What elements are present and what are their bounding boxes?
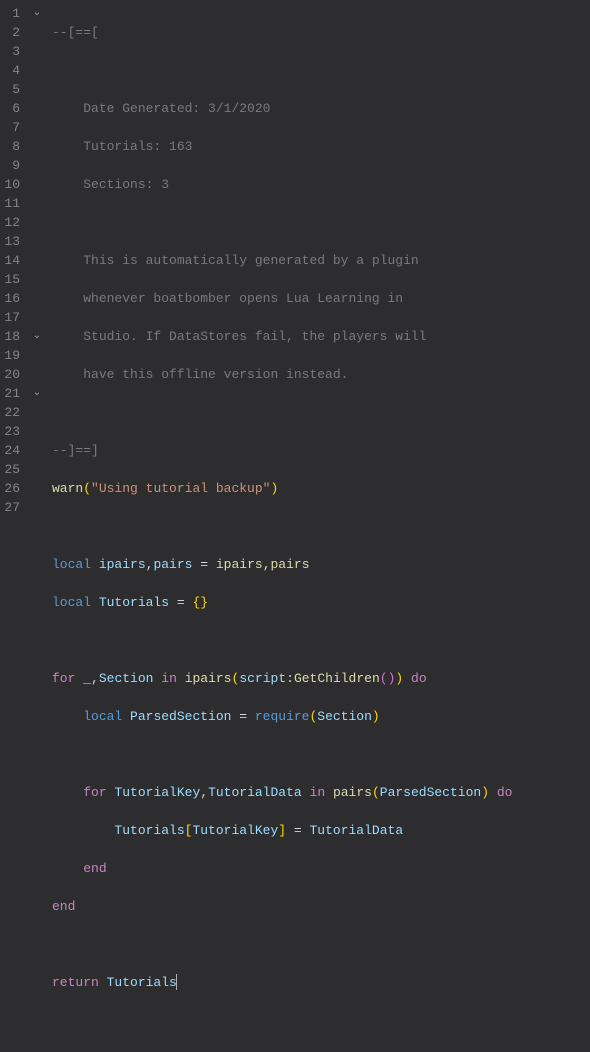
- line-number: 6: [4, 99, 20, 118]
- line-number: 2: [4, 23, 20, 42]
- line-number: 15: [4, 270, 20, 289]
- line-number: 10: [4, 175, 20, 194]
- line-number: 19: [4, 346, 20, 365]
- code-line[interactable]: for _,Section in ipairs(script:GetChildr…: [52, 669, 590, 688]
- code-area[interactable]: --[==[ Date Generated: 3/1/2020 Tutorial…: [46, 0, 590, 526]
- code-line[interactable]: return Tutorials: [52, 973, 590, 992]
- code-line[interactable]: This is automatically generated by a plu…: [52, 251, 590, 270]
- code-line[interactable]: Tutorials[TutorialKey] = TutorialData: [52, 821, 590, 840]
- code-line[interactable]: [52, 1011, 590, 1030]
- code-line[interactable]: --[==[: [52, 23, 590, 42]
- code-line[interactable]: for TutorialKey,TutorialData in pairs(Pa…: [52, 783, 590, 802]
- line-number: 20: [4, 365, 20, 384]
- text-cursor: [176, 974, 177, 990]
- code-line[interactable]: --]==]: [52, 441, 590, 460]
- code-line[interactable]: [52, 631, 590, 650]
- code-line[interactable]: [52, 745, 590, 764]
- code-line[interactable]: [52, 213, 590, 232]
- code-line[interactable]: [52, 935, 590, 954]
- line-number: 24: [4, 441, 20, 460]
- code-line[interactable]: local ParsedSection = require(Section): [52, 707, 590, 726]
- code-line[interactable]: [52, 517, 590, 536]
- line-number: 5: [4, 80, 20, 99]
- code-line[interactable]: local Tutorials = {}: [52, 593, 590, 612]
- line-number: 3: [4, 42, 20, 61]
- line-number: 1: [4, 4, 20, 23]
- fold-gutter: ⌄ ⌄ ⌄: [28, 0, 46, 526]
- code-line[interactable]: Studio. If DataStores fail, the players …: [52, 327, 590, 346]
- line-number: 13: [4, 232, 20, 251]
- line-number: 9: [4, 156, 20, 175]
- code-line[interactable]: whenever boatbomber opens Lua Learning i…: [52, 289, 590, 308]
- code-line[interactable]: local ipairs,pairs = ipairs,pairs: [52, 555, 590, 574]
- code-editor[interactable]: 1 2 3 4 5 6 7 8 9 10 11 12 13 14 15 16 1…: [0, 0, 590, 526]
- code-line[interactable]: [52, 403, 590, 422]
- line-number: 11: [4, 194, 20, 213]
- fold-toggle-icon[interactable]: ⌄: [28, 4, 46, 23]
- code-line[interactable]: have this offline version instead.: [52, 365, 590, 384]
- line-number-gutter: 1 2 3 4 5 6 7 8 9 10 11 12 13 14 15 16 1…: [0, 0, 28, 526]
- line-number: 12: [4, 213, 20, 232]
- fold-toggle-icon[interactable]: ⌄: [28, 384, 46, 403]
- line-number: 8: [4, 137, 20, 156]
- line-number: 25: [4, 460, 20, 479]
- line-number: 17: [4, 308, 20, 327]
- code-line[interactable]: Sections: 3: [52, 175, 590, 194]
- code-line[interactable]: end: [52, 897, 590, 916]
- code-line[interactable]: end: [52, 859, 590, 878]
- code-line[interactable]: Tutorials: 163: [52, 137, 590, 156]
- line-number: 22: [4, 403, 20, 422]
- code-line[interactable]: Date Generated: 3/1/2020: [52, 99, 590, 118]
- line-number: 27: [4, 498, 20, 517]
- line-number: 26: [4, 479, 20, 498]
- line-number: 4: [4, 61, 20, 80]
- line-number: 23: [4, 422, 20, 441]
- fold-toggle-icon[interactable]: ⌄: [28, 327, 46, 346]
- line-number: 14: [4, 251, 20, 270]
- line-number: 21: [4, 384, 20, 403]
- line-number: 16: [4, 289, 20, 308]
- line-number: 7: [4, 118, 20, 137]
- code-line[interactable]: warn("Using tutorial backup"): [52, 479, 590, 498]
- line-number: 18: [4, 327, 20, 346]
- code-line[interactable]: [52, 61, 590, 80]
